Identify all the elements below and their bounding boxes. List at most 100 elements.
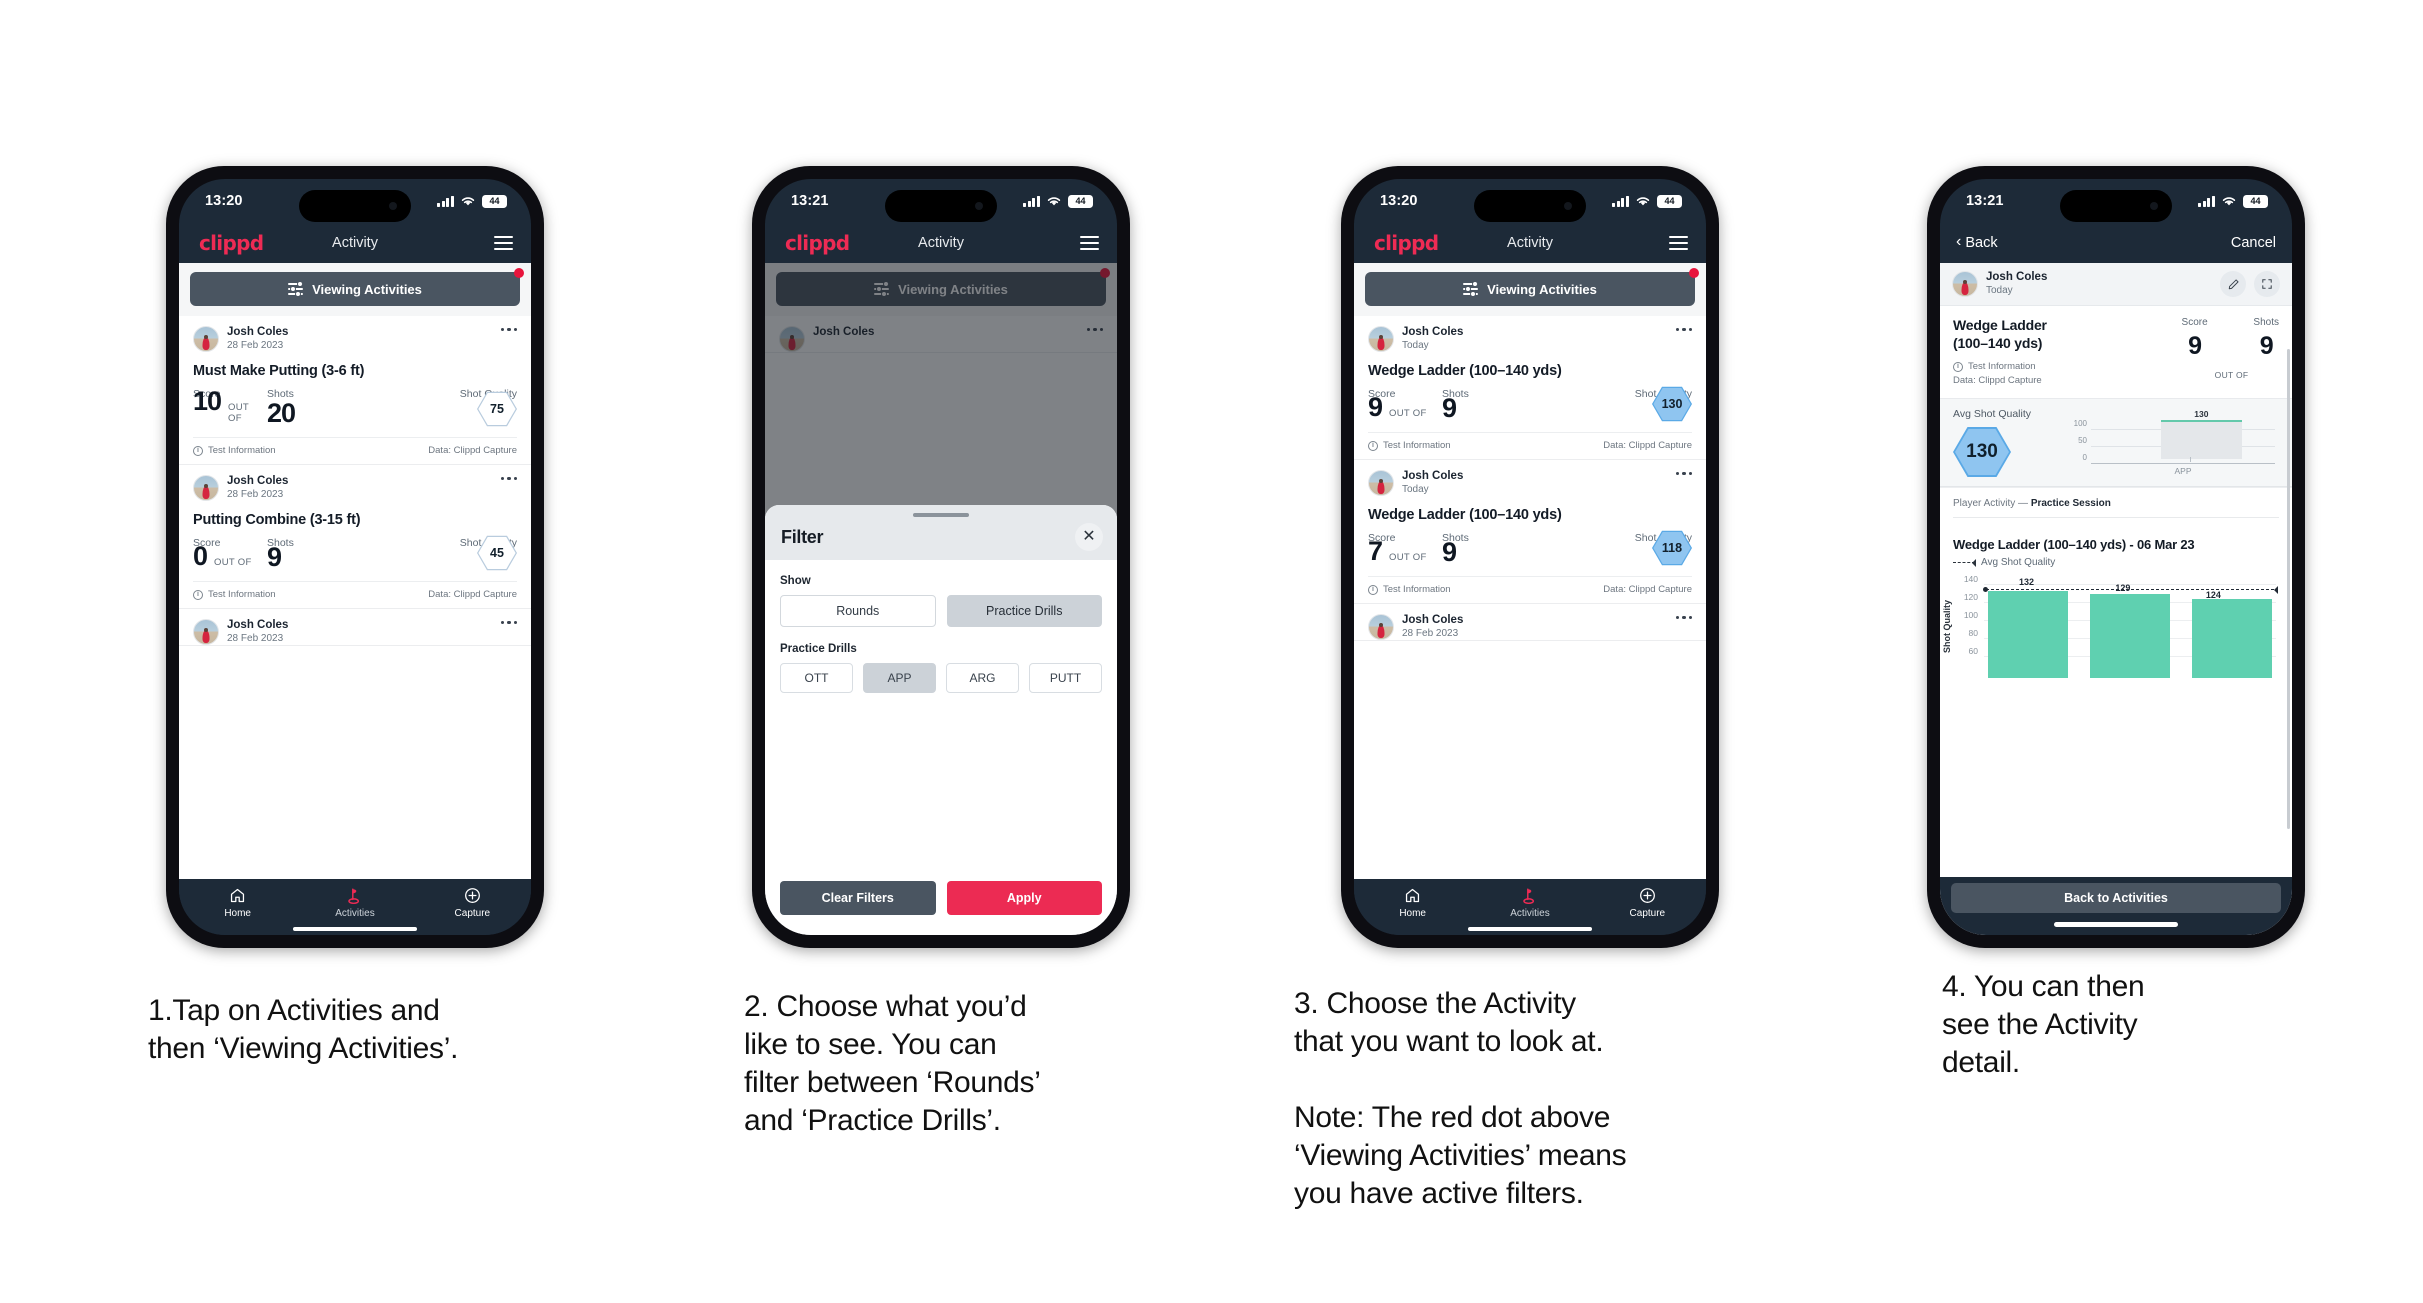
wifi-icon (1636, 197, 1650, 206)
golf-flag-icon (346, 886, 363, 905)
back-to-activities-button[interactable]: Back to Activities (1951, 883, 2281, 913)
menu-icon[interactable] (1080, 236, 1099, 250)
user-name: Josh Coles (1402, 614, 1464, 626)
dynamic-island (885, 190, 997, 222)
card-overflow-menu-icon[interactable] (500, 328, 517, 332)
avatar (1368, 614, 1394, 640)
viewing-activities-button[interactable]: Viewing Activities (1365, 268, 1699, 306)
viewing-activities-label: Viewing Activities (312, 281, 422, 297)
chart-ytick: 140 (1963, 574, 1978, 584)
mini-ytick: 50 (2078, 436, 2087, 445)
show-option-practice-drills[interactable]: Practice Drills (946, 595, 1102, 627)
shots-value: 20 (267, 398, 296, 428)
plus-circle-icon (1639, 886, 1656, 905)
status-time: 13:20 (1380, 193, 1418, 209)
chart-legend-label: Avg Shot Quality (1981, 557, 2056, 568)
activity-card[interactable]: Josh Coles 28 Feb 2023 Must Make Putting… (179, 316, 531, 465)
tab-home[interactable]: Home (1354, 886, 1471, 919)
tab-home[interactable]: Home (179, 886, 296, 919)
activity-date: 28 Feb 2023 (1402, 628, 1459, 640)
test-information-label: Test Information (1968, 361, 2036, 372)
shots-label: Shots (2253, 317, 2279, 328)
cancel-button[interactable]: Cancel (2231, 235, 2276, 251)
chart-bar (1988, 591, 2068, 678)
show-option-rounds[interactable]: Rounds (780, 595, 936, 627)
card-overflow-menu-icon[interactable] (1675, 472, 1692, 476)
tab-activities[interactable]: Activities (1471, 886, 1588, 919)
activity-date: 28 Feb 2023 (227, 340, 284, 352)
clippd-logo[interactable]: clippd (785, 231, 850, 255)
drill-option-ott[interactable]: OTT (780, 663, 853, 693)
scrollbar[interactable] (2287, 349, 2290, 829)
mini-ytick: 100 (2073, 419, 2087, 428)
shot-quality-bar-chart: Shot Quality 140 120 100 80 60 132 129 1… (1942, 574, 2284, 678)
activity-title: Wedge Ladder (100–140 yds) (1368, 363, 1562, 379)
activity-card-partial[interactable]: Josh Coles 28 Feb 2023 (1354, 604, 1706, 641)
shots-value: 9 (2259, 332, 2274, 360)
clippd-logo[interactable]: clippd (1374, 231, 1439, 255)
chart-bar-label: 124 (2205, 590, 2221, 600)
pencil-icon[interactable] (2220, 271, 2246, 297)
tab-activities[interactable]: Activities (296, 886, 413, 919)
wifi-icon (461, 197, 475, 206)
mini-chart-data-label: 130 (2194, 409, 2209, 419)
status-time: 13:20 (205, 193, 243, 209)
clear-filters-button[interactable]: Clear Filters (780, 881, 936, 915)
apply-button[interactable]: Apply (946, 881, 1102, 915)
activity-card[interactable]: Josh Coles Today Wedge Ladder (100–140 y… (1354, 316, 1706, 460)
home-icon (229, 886, 246, 905)
battery-icon: 44 (2243, 194, 2268, 208)
back-button[interactable]: ‹ Back (1956, 234, 1998, 252)
filter-strip: Viewing Activities (179, 263, 531, 316)
caption-step-2: 2. Choose what you’d like to see. You ca… (744, 990, 1041, 1138)
tab-capture[interactable]: Capture (1589, 886, 1706, 919)
close-icon[interactable]: ✕ (1075, 523, 1103, 551)
shots-value: 9 (267, 542, 282, 572)
test-information-label: Test Information (1383, 584, 1451, 595)
show-options: Rounds Practice Drills (780, 595, 1102, 627)
tab-capture[interactable]: Capture (414, 886, 531, 919)
wifi-icon (1047, 197, 1061, 206)
home-icon (1404, 886, 1421, 905)
out-of-label: OUT OF (228, 402, 249, 424)
shots-value: 9 (1442, 537, 1457, 567)
expand-icon[interactable] (2254, 271, 2280, 297)
app-bar: clippd Activity (179, 223, 531, 263)
app-bar: clippd Activity (765, 223, 1117, 263)
user-name: Josh Coles (1402, 326, 1464, 338)
card-overflow-menu-icon[interactable] (1675, 328, 1692, 332)
dynamic-island (1474, 190, 1586, 222)
out-of-label: OUT OF (1389, 408, 1427, 419)
sheet-grabber[interactable] (913, 513, 969, 517)
activity-date: Today (1402, 340, 1429, 352)
chart-bar-label: 132 (2019, 577, 2035, 587)
drill-option-putt[interactable]: PUTT (1029, 663, 1102, 693)
caption-step-3: 3. Choose the Activity that you want to … (1294, 987, 1627, 1211)
shot-quality-hex: 130 (1652, 386, 1692, 422)
detail-activity-title: Wedge Ladder (100–140 yds) (1953, 317, 2047, 351)
activity-card[interactable]: Josh Coles 28 Feb 2023 Putting Combine (… (179, 465, 531, 609)
card-overflow-menu-icon[interactable] (1675, 616, 1692, 620)
card-overflow-menu-icon[interactable] (500, 477, 517, 481)
score-value: 9 (2188, 332, 2202, 360)
viewing-activities-button[interactable]: Viewing Activities (190, 268, 524, 306)
drill-option-arg[interactable]: ARG (946, 663, 1019, 693)
menu-icon[interactable] (1669, 236, 1688, 250)
clippd-logo[interactable]: clippd (199, 231, 264, 255)
avatar (193, 326, 219, 352)
tab-capture-label: Capture (1629, 908, 1666, 919)
drill-option-app[interactable]: APP (863, 663, 936, 693)
avg-shot-quality-hex: 130 (1953, 426, 2011, 478)
test-information: i Test Information (1368, 440, 1451, 451)
menu-icon[interactable] (494, 236, 513, 250)
home-indicator (1468, 927, 1592, 931)
activity-card-partial[interactable]: Josh Coles 28 Feb 2023 (179, 609, 531, 646)
home-indicator (293, 927, 417, 931)
home-indicator (2054, 922, 2178, 927)
active-filter-dot (514, 268, 524, 278)
activity-card[interactable]: Josh Coles Today Wedge Ladder (100–140 y… (1354, 460, 1706, 604)
tab-home-label: Home (1399, 908, 1426, 919)
battery-icon: 44 (1068, 194, 1093, 208)
phone-step-1: 13:20 44 clippd Activity Viewing Activit… (166, 166, 544, 948)
card-overflow-menu-icon[interactable] (500, 621, 517, 625)
